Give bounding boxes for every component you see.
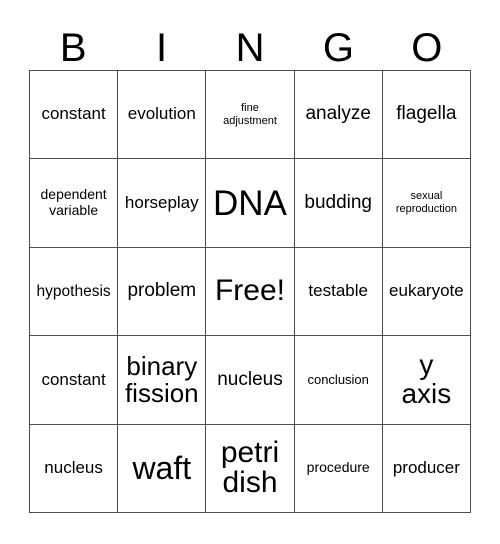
bingo-cell[interactable]: constant [30, 71, 119, 160]
bingo-header-letter-g: G [322, 26, 354, 70]
bingo-cell[interactable]: eukaryote [382, 247, 471, 337]
bingo-header-letter-b: B [59, 26, 87, 70]
bingo-cell[interactable]: flagella [382, 71, 471, 160]
bingo-cell-label: constant [41, 104, 106, 124]
bingo-cell-label: evolution [127, 104, 196, 124]
bingo-cell[interactable]: y axis [382, 336, 471, 425]
bingo-cell[interactable]: hypothesis [30, 247, 119, 337]
bingo-grid: constant evolution fine adjustment analyze f… [29, 70, 471, 513]
bingo-cell[interactable]: fine adjustment [206, 71, 295, 160]
bingo-cell-label: fine adjustment [223, 102, 277, 127]
bingo-cell[interactable]: dependent variable [30, 159, 119, 248]
bingo-cell[interactable]: testable [294, 247, 383, 337]
bingo-cell[interactable]: waft [118, 424, 207, 513]
bingo-cell-label: flagella [396, 103, 457, 125]
bingo-cell-label: producer [392, 457, 460, 477]
bingo-cell[interactable]: DNA [206, 159, 295, 248]
bingo-cell[interactable]: conclusion [294, 336, 383, 425]
bingo-cell-label: y axis [401, 349, 452, 409]
bingo-cell[interactable]: nucleus [30, 424, 119, 513]
bingo-cell-label: binary fission [124, 351, 199, 408]
bingo-cell-label: nucleus [217, 368, 283, 390]
bingo-cell-label: budding [304, 191, 372, 213]
bingo-cell[interactable]: budding [294, 159, 383, 248]
bingo-cell-label: sexual reproduction [395, 190, 457, 216]
bingo-cell-label: dependent variable [40, 186, 107, 219]
bingo-cell[interactable]: nucleus [206, 336, 295, 425]
bingo-cell[interactable]: horseplay [118, 159, 207, 248]
bingo-cell[interactable]: analyze [294, 71, 383, 160]
bingo-cell-label: testable [308, 281, 368, 301]
bingo-cell-label: analyze [305, 103, 371, 125]
bingo-header-row: BINGO [29, 18, 471, 70]
bingo-cell[interactable]: binary fission [118, 336, 207, 425]
bingo-cell[interactable]: evolution [118, 71, 207, 160]
bingo-cell[interactable]: problem [118, 247, 207, 337]
bingo-cell[interactable]: petri dish [206, 424, 295, 513]
bingo-cell-label: horseplay [124, 192, 199, 212]
bingo-cell-label: eukaryote [389, 281, 464, 301]
bingo-free-space[interactable]: Free! [206, 247, 295, 337]
bingo-cell-label: hypothesis [36, 282, 111, 300]
bingo-card: B I N G O constant evolution fine adjustment an… [0, 0, 500, 544]
bingo-cell[interactable]: producer [382, 424, 471, 513]
bingo-cell-label: constant [41, 369, 106, 389]
bingo-header-letter-i: I [156, 26, 168, 70]
bingo-cell-label: procedure [306, 459, 370, 476]
bingo-cell-label: DNA [213, 183, 287, 223]
bingo-cell[interactable]: procedure [294, 424, 383, 513]
bingo-header-letter-n: N [235, 26, 265, 70]
bingo-cell-label: problem [127, 280, 197, 302]
bingo-cell[interactable]: sexual reproduction [382, 159, 471, 248]
bingo-cell-label: Free! [214, 274, 285, 308]
bingo-cell-label: petri dish [220, 435, 280, 500]
bingo-cell[interactable]: constant [30, 336, 119, 425]
bingo-header-letter-o: O [411, 26, 443, 70]
bingo-cell-label: conclusion [307, 371, 369, 387]
bingo-cell-label: nucleus [44, 457, 103, 477]
bingo-cell-label: waft [132, 449, 192, 486]
